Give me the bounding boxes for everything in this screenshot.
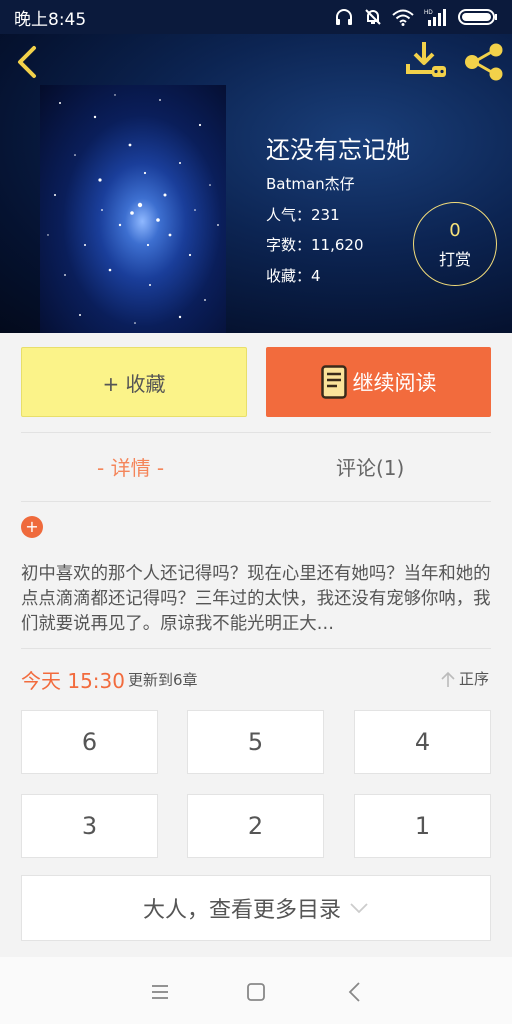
continue-reading-button[interactable]: 继续阅读 bbox=[266, 347, 491, 417]
status-time: 晚上8:45 bbox=[14, 9, 87, 30]
chapter-item[interactable]: 2 bbox=[187, 794, 324, 858]
continue-reading-label: 继续阅读 bbox=[352, 371, 437, 395]
tab-comments[interactable]: 评论(1) bbox=[336, 452, 404, 481]
svg-text:HD: HD bbox=[424, 10, 433, 16]
divider bbox=[21, 432, 491, 433]
update-row: 今天 15:30 更新到6章 正序 bbox=[21, 665, 491, 693]
hd-signal-icon: HD bbox=[424, 9, 446, 26]
book-icon bbox=[320, 365, 347, 399]
divider bbox=[21, 501, 491, 502]
status-icons: HD bbox=[334, 8, 498, 26]
chapter-item[interactable]: 5 bbox=[187, 710, 324, 774]
divider bbox=[21, 648, 491, 649]
system-nav-bar bbox=[0, 957, 512, 1024]
download-icon[interactable] bbox=[404, 40, 448, 80]
book-synopsis: 初中喜欢的那个人还记得吗？现在心里还有她吗？当年和她的点点滴滴都还记得吗？三年过… bbox=[21, 564, 491, 634]
word-count-stat: 字数：11,620 bbox=[266, 236, 364, 254]
tip-button[interactable]: 0 打赏 bbox=[413, 202, 497, 286]
back-icon[interactable] bbox=[340, 977, 370, 1007]
tab-detail[interactable]: - 详情 - bbox=[97, 452, 164, 481]
share-icon[interactable] bbox=[462, 42, 506, 82]
headphones-icon bbox=[336, 9, 352, 25]
tip-count: 0 bbox=[449, 220, 461, 241]
more-catalog-button[interactable]: 大人，查看更多目录 bbox=[21, 875, 491, 941]
wifi-icon bbox=[392, 9, 414, 26]
chevron-left-icon[interactable] bbox=[12, 42, 44, 82]
collect-button[interactable]: + 收藏 bbox=[21, 347, 247, 417]
book-cover-image[interactable] bbox=[40, 85, 226, 333]
sort-button[interactable]: 正序 bbox=[439, 668, 489, 689]
sort-label: 正序 bbox=[458, 670, 489, 688]
update-time: 今天 15:30 bbox=[21, 669, 125, 693]
menu-icon[interactable] bbox=[145, 977, 175, 1007]
chapter-item[interactable]: 4 bbox=[354, 710, 491, 774]
chapter-item[interactable]: 1 bbox=[354, 794, 491, 858]
arrow-up-icon bbox=[441, 671, 455, 687]
book-title: 还没有忘记她 bbox=[266, 136, 410, 164]
status-bar: 晚上8:45 HD bbox=[0, 0, 512, 34]
expand-synopsis-button[interactable]: + bbox=[21, 516, 43, 538]
popularity-stat: 人气：231 bbox=[266, 206, 340, 224]
book-author[interactable]: Batman杰仔 bbox=[266, 173, 355, 194]
chapter-item[interactable]: 6 bbox=[21, 710, 158, 774]
more-catalog-label: 大人，查看更多目录 bbox=[142, 898, 341, 923]
home-icon[interactable] bbox=[241, 977, 271, 1007]
battery-icon bbox=[458, 9, 497, 25]
chapter-item[interactable]: 3 bbox=[21, 794, 158, 858]
chevron-down-icon bbox=[350, 903, 368, 914]
book-header: 还没有忘记她 Batman杰仔 人气：231 字数：11,620 收藏：4 0 … bbox=[0, 34, 512, 333]
favorites-stat: 收藏：4 bbox=[266, 267, 321, 285]
alarm-off-icon bbox=[365, 9, 381, 25]
tip-label: 打赏 bbox=[438, 250, 471, 269]
update-info: 更新到6章 bbox=[128, 671, 198, 689]
cover-starfield bbox=[47, 94, 219, 324]
